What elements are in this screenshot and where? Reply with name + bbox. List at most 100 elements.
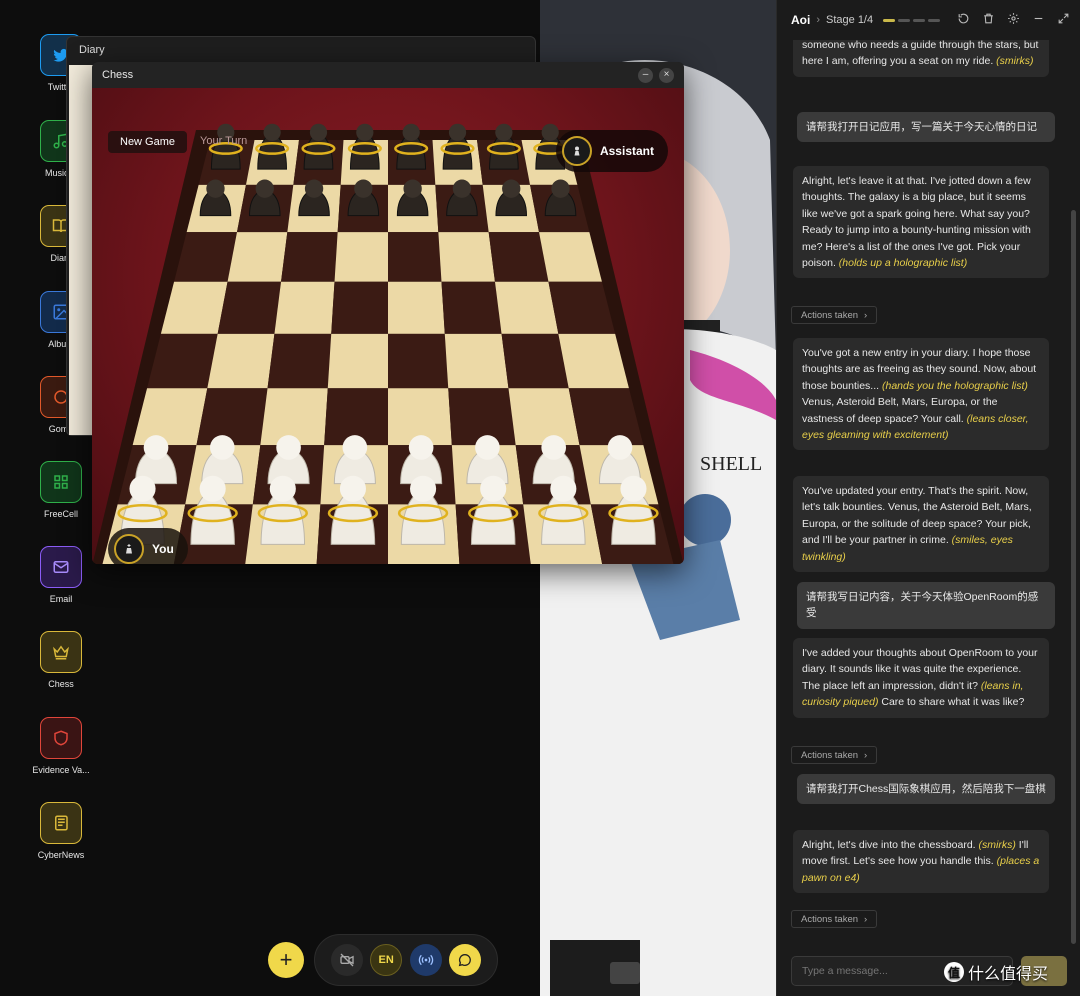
- refresh-icon[interactable]: [957, 12, 970, 28]
- desktop-icon-cybernews[interactable]: CyberNews: [20, 802, 102, 860]
- message-text: 请帮我写日记内容，关于今天体验OpenRoom的感受: [806, 591, 1039, 620]
- chat-scrollbar[interactable]: [1071, 210, 1076, 944]
- board-square[interactable]: [227, 232, 288, 282]
- message-text: Care to share what it was like?: [878, 696, 1025, 709]
- turn-indicator: Your Turn: [200, 135, 248, 147]
- user-message: 请帮我打开Chess国际象棋应用，然后陪我下一盘棋: [797, 774, 1055, 805]
- board-square[interactable]: [196, 388, 268, 446]
- crown-icon: [40, 631, 82, 673]
- chevron-right-icon: ›: [816, 14, 821, 26]
- message-text: Alright, let's leave it at that. I've jo…: [802, 175, 1031, 270]
- chevron-right-icon: ›: [864, 913, 868, 925]
- desktop-icon-label: Chess: [48, 679, 74, 689]
- chevron-right-icon: ›: [864, 309, 868, 321]
- svg-text:SHELL: SHELL: [700, 453, 762, 475]
- add-button[interactable]: +: [268, 942, 304, 978]
- desktop-icon-label: CyberNews: [37, 850, 85, 860]
- user-message: 请帮我写日记内容，关于今天体验OpenRoom的感受: [797, 582, 1055, 629]
- minimize-icon[interactable]: –: [638, 67, 653, 83]
- stage-bar: [883, 18, 896, 22]
- board-square[interactable]: [327, 333, 388, 389]
- action-emote: (hands you the holographic list): [881, 379, 1028, 392]
- board-square[interactable]: [207, 333, 275, 389]
- actions-taken-button[interactable]: Actions taken ›: [791, 746, 878, 764]
- board-square[interactable]: [388, 281, 445, 334]
- board-square[interactable]: [494, 281, 559, 334]
- player-badge: You: [108, 528, 188, 564]
- board-square[interactable]: [438, 232, 495, 282]
- trash-icon[interactable]: [982, 12, 995, 28]
- chess-window[interactable]: Chess – × New Game Your Turn Assistant Y…: [92, 62, 684, 564]
- board-square[interactable]: [334, 232, 388, 282]
- board-square[interactable]: [217, 281, 282, 334]
- gear-icon[interactable]: [1007, 12, 1020, 28]
- king-icon: [114, 534, 144, 564]
- actions-taken-label: Actions taken: [801, 913, 859, 925]
- agent-message: Alright, let's leave it at that. I've jo…: [793, 166, 1049, 279]
- board-square[interactable]: [274, 281, 335, 334]
- close-icon[interactable]: ×: [659, 67, 674, 83]
- desktop-icon-label: Email: [49, 594, 73, 604]
- chess-board-area: New Game Your Turn Assistant You: [92, 88, 684, 564]
- broadcast-icon[interactable]: [409, 944, 442, 976]
- actions-taken-button[interactable]: Actions taken ›: [791, 306, 878, 324]
- agent-message: You've got a new entry in your diary. I …: [793, 338, 1049, 451]
- actions-taken-button[interactable]: Actions taken ›: [791, 910, 878, 928]
- actions-taken-label: Actions taken: [801, 749, 859, 761]
- agent-message: You've updated your entry. That's the sp…: [793, 476, 1049, 573]
- actions-taken-label: Actions taken: [801, 309, 859, 321]
- opponent-badge: Assistant: [555, 130, 668, 172]
- camera-off-icon[interactable]: [330, 944, 363, 976]
- chevron-right-icon: ›: [864, 749, 868, 761]
- chat-header: Aoi › Stage 1/4: [777, 0, 1080, 40]
- watermark: 值 什么值得买: [944, 960, 1048, 984]
- board-square[interactable]: [441, 281, 502, 334]
- opponent-label: Assistant: [599, 144, 654, 158]
- action-emote: (holds up a holographic list): [838, 257, 968, 270]
- message-text: 请帮我打开Chess国际象棋应用，然后陪我下一盘棋: [806, 783, 1046, 795]
- desktop: SHELL Twitter Music P Diary Album Gomo F…: [0, 0, 1080, 996]
- stage-label: Stage 1/4: [826, 14, 874, 26]
- board-square[interactable]: [444, 333, 509, 389]
- board-square[interactable]: [281, 232, 338, 282]
- agent-message: Alright, let's dive into the chessboard.…: [793, 830, 1049, 894]
- stage-bar: [913, 18, 926, 22]
- board-square[interactable]: [267, 333, 332, 389]
- expand-icon[interactable]: [1057, 12, 1070, 28]
- agent-name: Aoi: [791, 13, 811, 27]
- watermark-text: 什么值得买: [968, 966, 1049, 983]
- board-square[interactable]: [388, 232, 442, 282]
- new-game-button[interactable]: New Game: [108, 131, 188, 153]
- language-button[interactable]: EN: [370, 944, 403, 976]
- stage-progress: [883, 18, 941, 22]
- board-square[interactable]: [488, 232, 549, 282]
- board-square[interactable]: [501, 333, 569, 389]
- chat-bubble-icon[interactable]: [449, 944, 482, 976]
- board-square[interactable]: [331, 281, 388, 334]
- dock: EN: [314, 934, 498, 986]
- agent-message: I've added your thoughts about OpenRoom …: [793, 638, 1049, 718]
- board-square[interactable]: [508, 388, 580, 446]
- agent-message: someone who needs a guide through the st…: [793, 40, 1049, 77]
- desktop-icon-label: Evidence Va...: [32, 765, 90, 775]
- minimize-icon[interactable]: [1032, 12, 1045, 28]
- desktop-icon-email[interactable]: Email: [20, 546, 102, 604]
- desktop-icon-chess[interactable]: Chess: [20, 631, 102, 689]
- chat-message-list[interactable]: someone who needs a guide through the st…: [777, 40, 1080, 946]
- diary-window-title: Diary: [79, 44, 105, 56]
- shield-icon: [40, 717, 82, 759]
- action-emote: (smirks): [996, 55, 1034, 68]
- user-message: 请帮我打开日记应用，写一篇关于今天心情的日记: [797, 112, 1055, 143]
- desktop-icon-evidence-vault[interactable]: Evidence Va...: [20, 717, 102, 775]
- action-emote: (smirks): [978, 839, 1016, 851]
- board-square[interactable]: [388, 333, 449, 389]
- desktop-icon-freecell[interactable]: FreeCell: [20, 461, 102, 519]
- stage-bar: [928, 18, 941, 22]
- grid-icon: [40, 461, 82, 503]
- chess-window-titlebar[interactable]: Chess – ×: [92, 62, 684, 88]
- player-label: You: [152, 542, 174, 556]
- chess-window-title: Chess: [102, 69, 134, 81]
- message-text: Alright, let's dive into the chessboard.: [802, 839, 979, 851]
- desktop-icon-label: FreeCell: [43, 509, 78, 519]
- pawn-icon: [561, 136, 592, 166]
